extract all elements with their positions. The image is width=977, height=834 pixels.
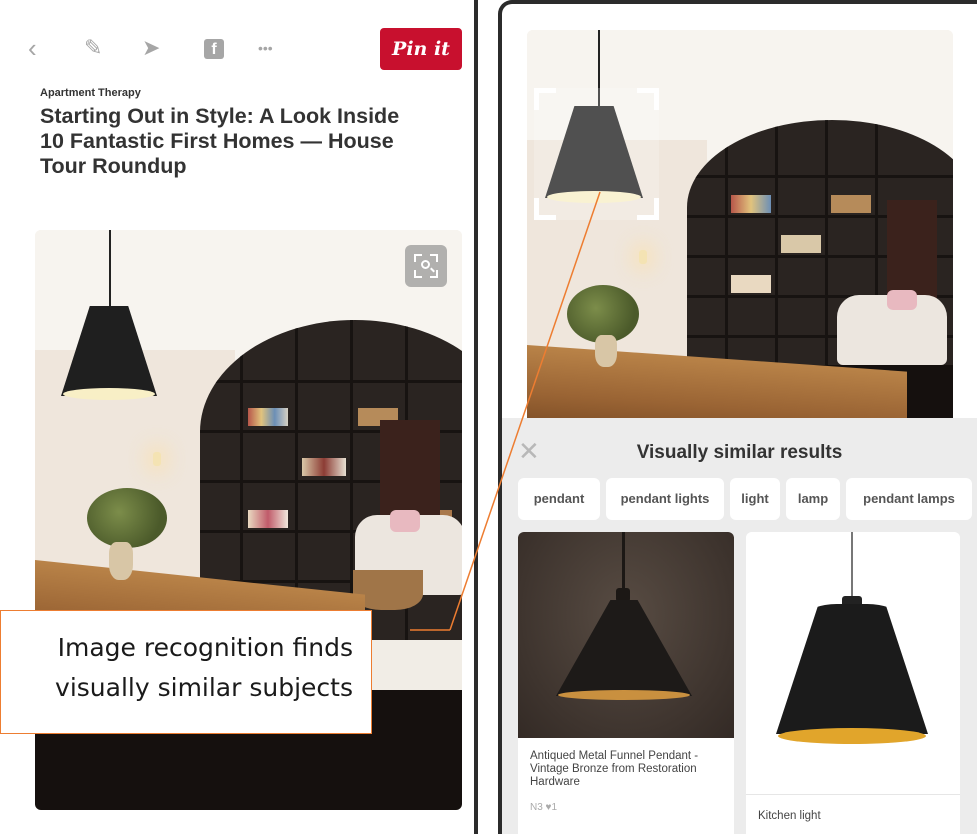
visually-similar-panel: ✕ Visually similar results pendant penda… bbox=[502, 418, 977, 834]
pin-it-button[interactable]: Pin it bbox=[380, 28, 462, 70]
result-card[interactable]: Kitchen light bbox=[746, 532, 960, 834]
chip-pendant-lights[interactable]: pendant lights bbox=[606, 478, 724, 520]
results-title: Visually similar results bbox=[636, 442, 843, 463]
callout-line-2: visually similar subjects bbox=[55, 673, 353, 702]
chip-light[interactable]: light bbox=[730, 478, 780, 520]
chip-lamp[interactable]: lamp bbox=[786, 478, 840, 520]
result-description: Antiqued Metal Funnel Pendant - Vintage … bbox=[530, 750, 699, 788]
result-image bbox=[746, 532, 960, 794]
pin-title: Starting Out in Style: A Look Inside 10 … bbox=[40, 104, 400, 178]
result-card[interactable]: Antiqued Metal Funnel Pendant - Vintage … bbox=[518, 532, 734, 834]
annotation-callout: Image recognition finds visually similar… bbox=[0, 610, 372, 734]
crop-selection-frame[interactable] bbox=[534, 88, 659, 220]
visual-search-icon[interactable] bbox=[405, 245, 447, 287]
result-image bbox=[518, 532, 734, 738]
chip-pendant-lamps[interactable]: pendant lamps bbox=[846, 478, 972, 520]
callout-line-1: Image recognition finds bbox=[57, 633, 353, 662]
facebook-icon[interactable]: f bbox=[204, 39, 224, 59]
result-description: Kitchen light bbox=[758, 810, 821, 822]
pin-toolbar: ‹ ✎ ➤ f ••• Pin it bbox=[22, 28, 462, 70]
pin-source[interactable]: Apartment Therapy bbox=[40, 87, 141, 99]
edit-icon[interactable]: ✎ bbox=[84, 34, 102, 62]
back-icon[interactable]: ‹ bbox=[28, 34, 37, 62]
more-icon[interactable]: ••• bbox=[258, 34, 273, 62]
chip-pendant[interactable]: pendant bbox=[518, 478, 600, 520]
result-stats: N3 ♥1 bbox=[530, 802, 558, 813]
send-icon[interactable]: ➤ bbox=[142, 34, 160, 62]
